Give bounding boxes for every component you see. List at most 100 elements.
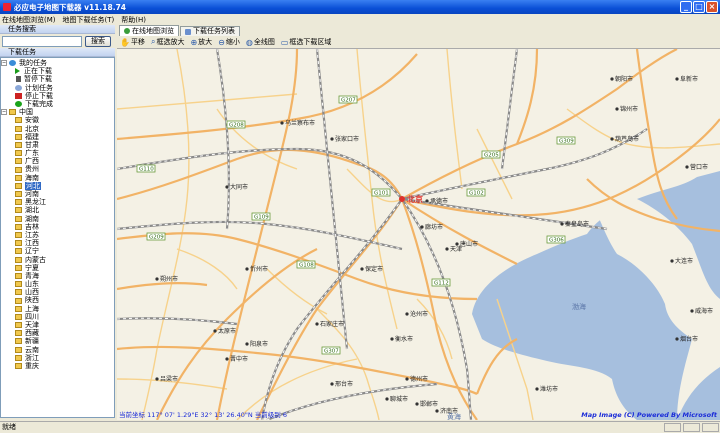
map-toolbar: ✋ 平移 ⌕ 框选放大 ⊕ 放大 ⊖ 缩小 ◍ 全线图 ▭ 框选下载区域	[117, 36, 720, 49]
tree-node-task-0[interactable]: 正在下载	[1, 67, 114, 75]
city-label: 忻州市	[250, 265, 268, 273]
tool-zoom-in[interactable]: ⊕ 放大	[190, 37, 212, 47]
city-marker	[280, 121, 284, 125]
tree-node-task-3[interactable]: 停止下载	[1, 92, 114, 100]
tree-node-province[interactable]: 安徽	[1, 116, 114, 124]
collapse-icon[interactable]: −	[1, 60, 7, 67]
check-icon	[15, 101, 22, 108]
folder-icon	[15, 207, 22, 214]
tree-node-province[interactable]: 四川	[1, 313, 114, 321]
road-shield-label: G101	[374, 191, 389, 197]
app-icon	[3, 3, 11, 11]
city-marker	[330, 382, 334, 386]
tree-node-province[interactable]: 宁夏	[1, 264, 114, 272]
title-bar: 必应电子地图下载器 v11.18.74 _ □ ×	[0, 0, 720, 14]
tree-node-province[interactable]: 云南	[1, 346, 114, 354]
tree-node-province[interactable]: 天津	[1, 321, 114, 329]
tree-node-province[interactable]: 西藏	[1, 329, 114, 337]
road-shield-label: G306	[549, 238, 564, 244]
map-view[interactable]: 乌兰察布市 张家口市 大同市 承德市 唐山市 秦皇岛市 葫芦岛市 锦州市 朝阳市 阜新市 大连市 营口…	[117, 49, 720, 420]
tree-node-province[interactable]: 内蒙古	[1, 256, 114, 264]
tool-globe[interactable]: ◍ 全线图	[246, 37, 275, 47]
road-shield-label: G109	[254, 215, 269, 221]
tree-node-province[interactable]: 上海	[1, 305, 114, 313]
city-marker	[245, 342, 249, 346]
tree-node-province[interactable]: 山西	[1, 288, 114, 296]
tree-node-province[interactable]: 山东	[1, 280, 114, 288]
tree-node-province[interactable]: 河北	[1, 181, 114, 191]
tree-node-province[interactable]: 广西	[1, 157, 114, 165]
tree-node-province[interactable]: 新疆	[1, 337, 114, 345]
city-label: 朝阳市	[615, 75, 633, 83]
tree-node-province[interactable]: 湖北	[1, 206, 114, 214]
tab-download-list[interactable]: 下载任务列表	[180, 26, 240, 36]
city-label: 唐山市	[460, 240, 478, 248]
folder-icon	[15, 330, 22, 337]
tree-node-province[interactable]: 北京	[1, 125, 114, 133]
tree-node-task-2[interactable]: 计划任务	[1, 84, 114, 92]
tree-node-province[interactable]: 江西	[1, 239, 114, 247]
tool-hand[interactable]: ✋ 平移	[120, 37, 145, 47]
tree-node-province[interactable]: 海南	[1, 174, 114, 182]
search-button[interactable]: 搜索	[85, 35, 111, 47]
main-area: 在线地图浏览 下载任务列表 ✋ 平移 ⌕ 框选放大 ⊕ 放大 ⊖ 缩小 ◍ 全线图 ▭ 框选下载区域 …	[117, 25, 720, 420]
city-label: 承德市	[430, 197, 448, 205]
tree-node-task-4[interactable]: 下载完成	[1, 100, 114, 108]
zoom-rect-icon: ⌕	[150, 37, 156, 46]
tab-bar: 在线地图浏览 下载任务列表	[117, 25, 720, 36]
city-label: 晋中市	[230, 355, 248, 363]
city-label: 吕梁市	[160, 375, 178, 383]
close-button[interactable]: ×	[706, 1, 718, 13]
status-bar: 就绪	[0, 421, 720, 433]
tree-node-province[interactable]: 陕西	[1, 296, 114, 304]
tree-node-province[interactable]: 浙江	[1, 354, 114, 362]
tree-node-task-1[interactable]: 暂停下载	[1, 75, 114, 83]
tool-zoom-rect[interactable]: ⌕ 框选放大	[151, 37, 184, 47]
tree-node-province[interactable]: 河南	[1, 190, 114, 198]
tree-node-province[interactable]: 贵州	[1, 165, 114, 173]
tree-node-province[interactable]: 青海	[1, 272, 114, 280]
task-search-input[interactable]	[2, 35, 82, 47]
menu-map-browse[interactable]: 在线地图浏览(M)	[2, 15, 56, 25]
folder-icon	[15, 305, 22, 312]
city-marker	[610, 137, 614, 141]
tab-online-map[interactable]: 在线地图浏览	[119, 25, 179, 36]
menu-download-tasks[interactable]: 地图下载任务(T)	[63, 15, 115, 25]
road-shield-label: G208	[229, 123, 244, 129]
folder-icon	[15, 166, 22, 173]
collapse-icon[interactable]: −	[1, 109, 7, 116]
task-tree[interactable]: − 我的任务 正在下载 暂停下载 计划任务 停止下载 下载完成 − 中国 安徽 北京 福建甘…	[0, 57, 115, 418]
city-label: 乌兰察布市	[285, 119, 315, 127]
tree-node-province[interactable]: 甘肃	[1, 141, 114, 149]
tree-node-province[interactable]: 湖南	[1, 215, 114, 223]
menu-help[interactable]: 帮助(H)	[121, 15, 146, 25]
stop-icon	[15, 92, 22, 99]
folder-icon	[15, 338, 22, 345]
status-text: 就绪	[2, 423, 16, 431]
city-marker	[675, 77, 679, 81]
city-marker	[360, 267, 364, 271]
tool-rect-select[interactable]: ▭ 框选下载区域	[281, 37, 332, 47]
tree-node-province[interactable]: 江苏	[1, 231, 114, 239]
city-marker	[390, 337, 394, 341]
city-label: 朔州市	[160, 275, 178, 283]
download-panel-header: 下载任务	[0, 48, 115, 57]
tree-node-province[interactable]: 吉林	[1, 223, 114, 231]
city-label: 衡水市	[395, 335, 413, 343]
status-pane	[664, 423, 681, 432]
map-canvas[interactable]: 乌兰察布市张家口市大同市承德市唐山市 秦皇岛市 葫芦岛市 锦州市 朝阳市 阜新市大连市 营口…	[117, 49, 720, 420]
tree-node-china[interactable]: − 中国	[1, 108, 114, 116]
maximize-button[interactable]: □	[693, 1, 705, 13]
tool-zoom-out[interactable]: ⊖ 缩小	[218, 37, 240, 47]
tree-node-my-tasks[interactable]: − 我的任务	[1, 59, 114, 67]
tree-node-province[interactable]: 辽宁	[1, 247, 114, 255]
tree-node-province[interactable]: 重庆	[1, 362, 114, 370]
menu-bar: 在线地图浏览(M) 地图下载任务(T) 帮助(H)	[0, 14, 720, 25]
tree-node-province[interactable]: 福建	[1, 133, 114, 141]
globe-icon: ◍	[245, 37, 253, 47]
folder-icon	[15, 322, 22, 329]
minimize-button[interactable]: _	[680, 1, 692, 13]
tree-node-province[interactable]: 黑龙江	[1, 198, 114, 206]
capital-label: 北京	[407, 194, 423, 204]
tree-node-province[interactable]: 广东	[1, 149, 114, 157]
